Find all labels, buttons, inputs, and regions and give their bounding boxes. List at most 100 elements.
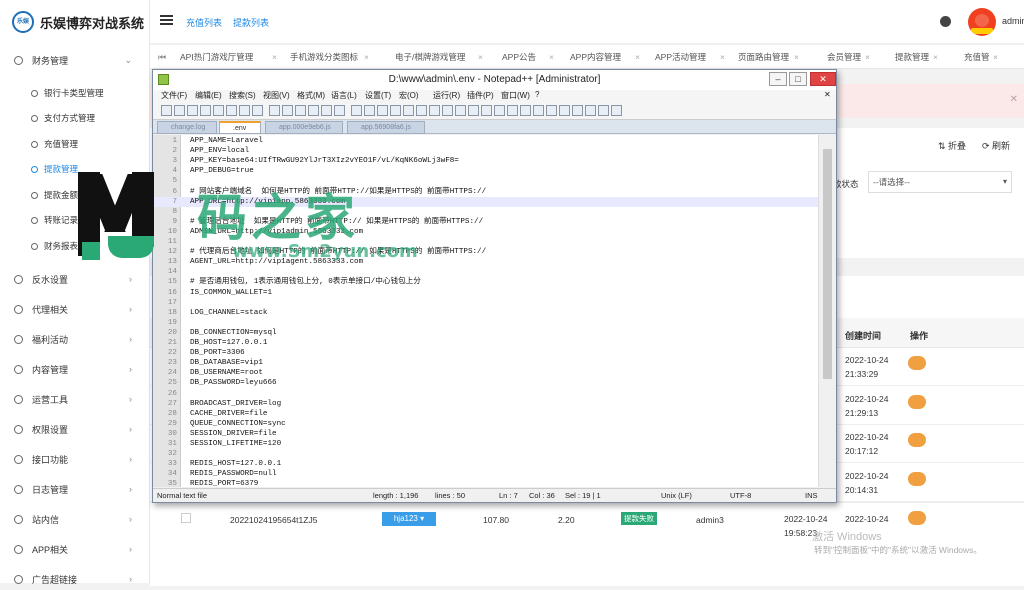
menu-close-doc-icon[interactable]: ✕ [824, 90, 831, 99]
tab[interactable]: API热门游戏厅管理 [180, 45, 253, 69]
toolbar-button-icon[interactable] [308, 105, 319, 116]
file-tab[interactable]: app.56908fa6.js [347, 121, 425, 134]
toolbar-button-icon[interactable] [507, 105, 518, 116]
npp-menu-item[interactable]: 语言(L) [331, 90, 357, 101]
toolbar-button-icon[interactable] [200, 105, 211, 116]
tab-close-icon[interactable]: × [933, 45, 938, 69]
tab-close-icon[interactable]: × [364, 45, 369, 69]
edit-button[interactable] [908, 394, 926, 409]
sidebar-item[interactable]: APP相关 › [0, 538, 150, 560]
toolbar-button-icon[interactable] [494, 105, 505, 116]
toolbar-button-icon[interactable] [546, 105, 557, 116]
toolbar-button-icon[interactable] [364, 105, 375, 116]
status-filter-select[interactable]: --请选择-- ▾ [868, 171, 1012, 193]
toolbar-button-icon[interactable] [455, 105, 466, 116]
palette-icon[interactable] [940, 16, 951, 27]
toolbar-button-icon[interactable] [213, 105, 224, 116]
sidebar-item[interactable]: 代理相关 › [0, 298, 150, 320]
alert-close-icon[interactable]: ✕ [1010, 94, 1018, 105]
npp-menu-item[interactable]: 视图(V) [263, 90, 290, 101]
tab[interactable]: 手机游戏分类图标 [290, 45, 358, 69]
toolbar-button-icon[interactable] [559, 105, 570, 116]
toolbar-button-icon[interactable] [334, 105, 345, 116]
scrollbar-thumb[interactable] [823, 149, 832, 379]
npp-menu-item[interactable]: 搜索(S) [229, 90, 256, 101]
sidebar-subitem[interactable]: 支付方式管理 [0, 107, 150, 129]
tab-scroll-left-icon[interactable]: ⏮ [158, 45, 166, 69]
tab-close-icon[interactable]: × [635, 45, 640, 69]
sidebar-item[interactable]: 权限设置 › [0, 418, 150, 440]
npp-menu-item[interactable]: 宏(O) [399, 90, 419, 101]
menu-toggle-icon[interactable] [160, 15, 173, 25]
npp-menu-item[interactable]: ? [535, 90, 539, 99]
toolbar-button-icon[interactable] [174, 105, 185, 116]
tab[interactable]: 会员管理 [827, 45, 861, 69]
tab-close-icon[interactable]: × [794, 45, 799, 69]
minimize-button[interactable]: – [769, 72, 787, 86]
sidebar-item[interactable]: 反水设置 › [0, 268, 150, 290]
npp-menu-item[interactable]: 文件(F) [161, 90, 187, 101]
recharge-list-link[interactable]: 充值列表 [186, 16, 222, 29]
npp-menu-item[interactable]: 运行(R) [433, 90, 460, 101]
tab-close-icon[interactable]: × [272, 45, 277, 69]
toolbar-button-icon[interactable] [226, 105, 237, 116]
tab[interactable]: APP公告 [502, 45, 536, 69]
tab-close-icon[interactable]: × [549, 45, 554, 69]
tab-close-icon[interactable]: × [720, 45, 725, 69]
edit-button[interactable] [908, 356, 926, 370]
npp-menu-item[interactable]: 窗口(W) [501, 90, 530, 101]
npp-menu-item[interactable]: 设置(T) [365, 90, 391, 101]
sidebar-item[interactable]: 福利活动 › [0, 328, 150, 350]
toolbar-button-icon[interactable] [403, 105, 414, 116]
tab-close-icon[interactable]: × [993, 45, 998, 69]
refresh-button[interactable]: ⟳ 刷新 [982, 139, 1010, 152]
tab[interactable]: 提款管理 [895, 45, 929, 69]
toolbar-button-icon[interactable] [377, 105, 388, 116]
tab[interactable]: 充值管 [964, 45, 990, 69]
tab[interactable]: 页面路由管理 [738, 45, 789, 69]
toolbar-button-icon[interactable] [442, 105, 453, 116]
maximize-button[interactable]: □ [789, 72, 807, 86]
sidebar-subitem[interactable]: 银行卡类型管理 [0, 82, 150, 104]
tab[interactable]: 电子/棋牌游戏管理 [395, 45, 465, 69]
sidebar-item[interactable]: 内容管理 › [0, 358, 150, 380]
toolbar-button-icon[interactable] [239, 105, 250, 116]
toolbar-button-icon[interactable] [572, 105, 583, 116]
user-dropdown-button[interactable]: hja123 ▾ [382, 512, 436, 526]
edit-button[interactable] [908, 471, 926, 486]
toolbar-button-icon[interactable] [481, 105, 492, 116]
tab-close-icon[interactable]: × [478, 45, 483, 69]
tab[interactable]: APP活动管理 [655, 45, 706, 69]
edit-button[interactable] [908, 433, 926, 447]
toolbar-button-icon[interactable] [282, 105, 293, 116]
sidebar-item[interactable]: 财务管理 ⌄ [0, 49, 150, 71]
file-tab[interactable]: .env [219, 121, 261, 134]
toolbar-button-icon[interactable] [161, 105, 172, 116]
sidebar-subitem[interactable]: 充值管理 [0, 133, 150, 155]
sidebar-item[interactable]: 日志管理 › [0, 478, 150, 500]
file-tab[interactable]: app.000e9eb6.js [265, 121, 343, 134]
npp-menu-item[interactable]: 格式(M) [297, 90, 325, 101]
tab[interactable]: APP内容管理 [570, 45, 621, 69]
toolbar-button-icon[interactable] [416, 105, 427, 116]
toolbar-button-icon[interactable] [585, 105, 596, 116]
sidebar-item[interactable]: 接口功能 › [0, 448, 150, 470]
npp-menu-item[interactable]: 编辑(E) [195, 90, 222, 101]
toolbar-button-icon[interactable] [269, 105, 280, 116]
notepad-titlebar[interactable]: D:\www\admin\.env - Notepad++ [Administr… [153, 70, 836, 90]
toolbar-button-icon[interactable] [598, 105, 609, 116]
collapse-button[interactable]: ⇅ 折叠 [938, 139, 966, 152]
toolbar-button-icon[interactable] [520, 105, 531, 116]
toolbar-button-icon[interactable] [295, 105, 306, 116]
row-checkbox[interactable] [181, 513, 191, 523]
file-tab[interactable]: change.log [157, 121, 217, 134]
toolbar-button-icon[interactable] [252, 105, 263, 116]
close-button[interactable]: ✕ [810, 72, 836, 86]
npp-menu-item[interactable]: 插件(P) [467, 90, 494, 101]
sidebar-item[interactable]: 运营工具 › [0, 388, 150, 410]
toolbar-button-icon[interactable] [390, 105, 401, 116]
toolbar-button-icon[interactable] [429, 105, 440, 116]
username[interactable]: admin [1002, 16, 1024, 26]
avatar[interactable] [968, 8, 996, 36]
tab-close-icon[interactable]: × [865, 45, 870, 69]
